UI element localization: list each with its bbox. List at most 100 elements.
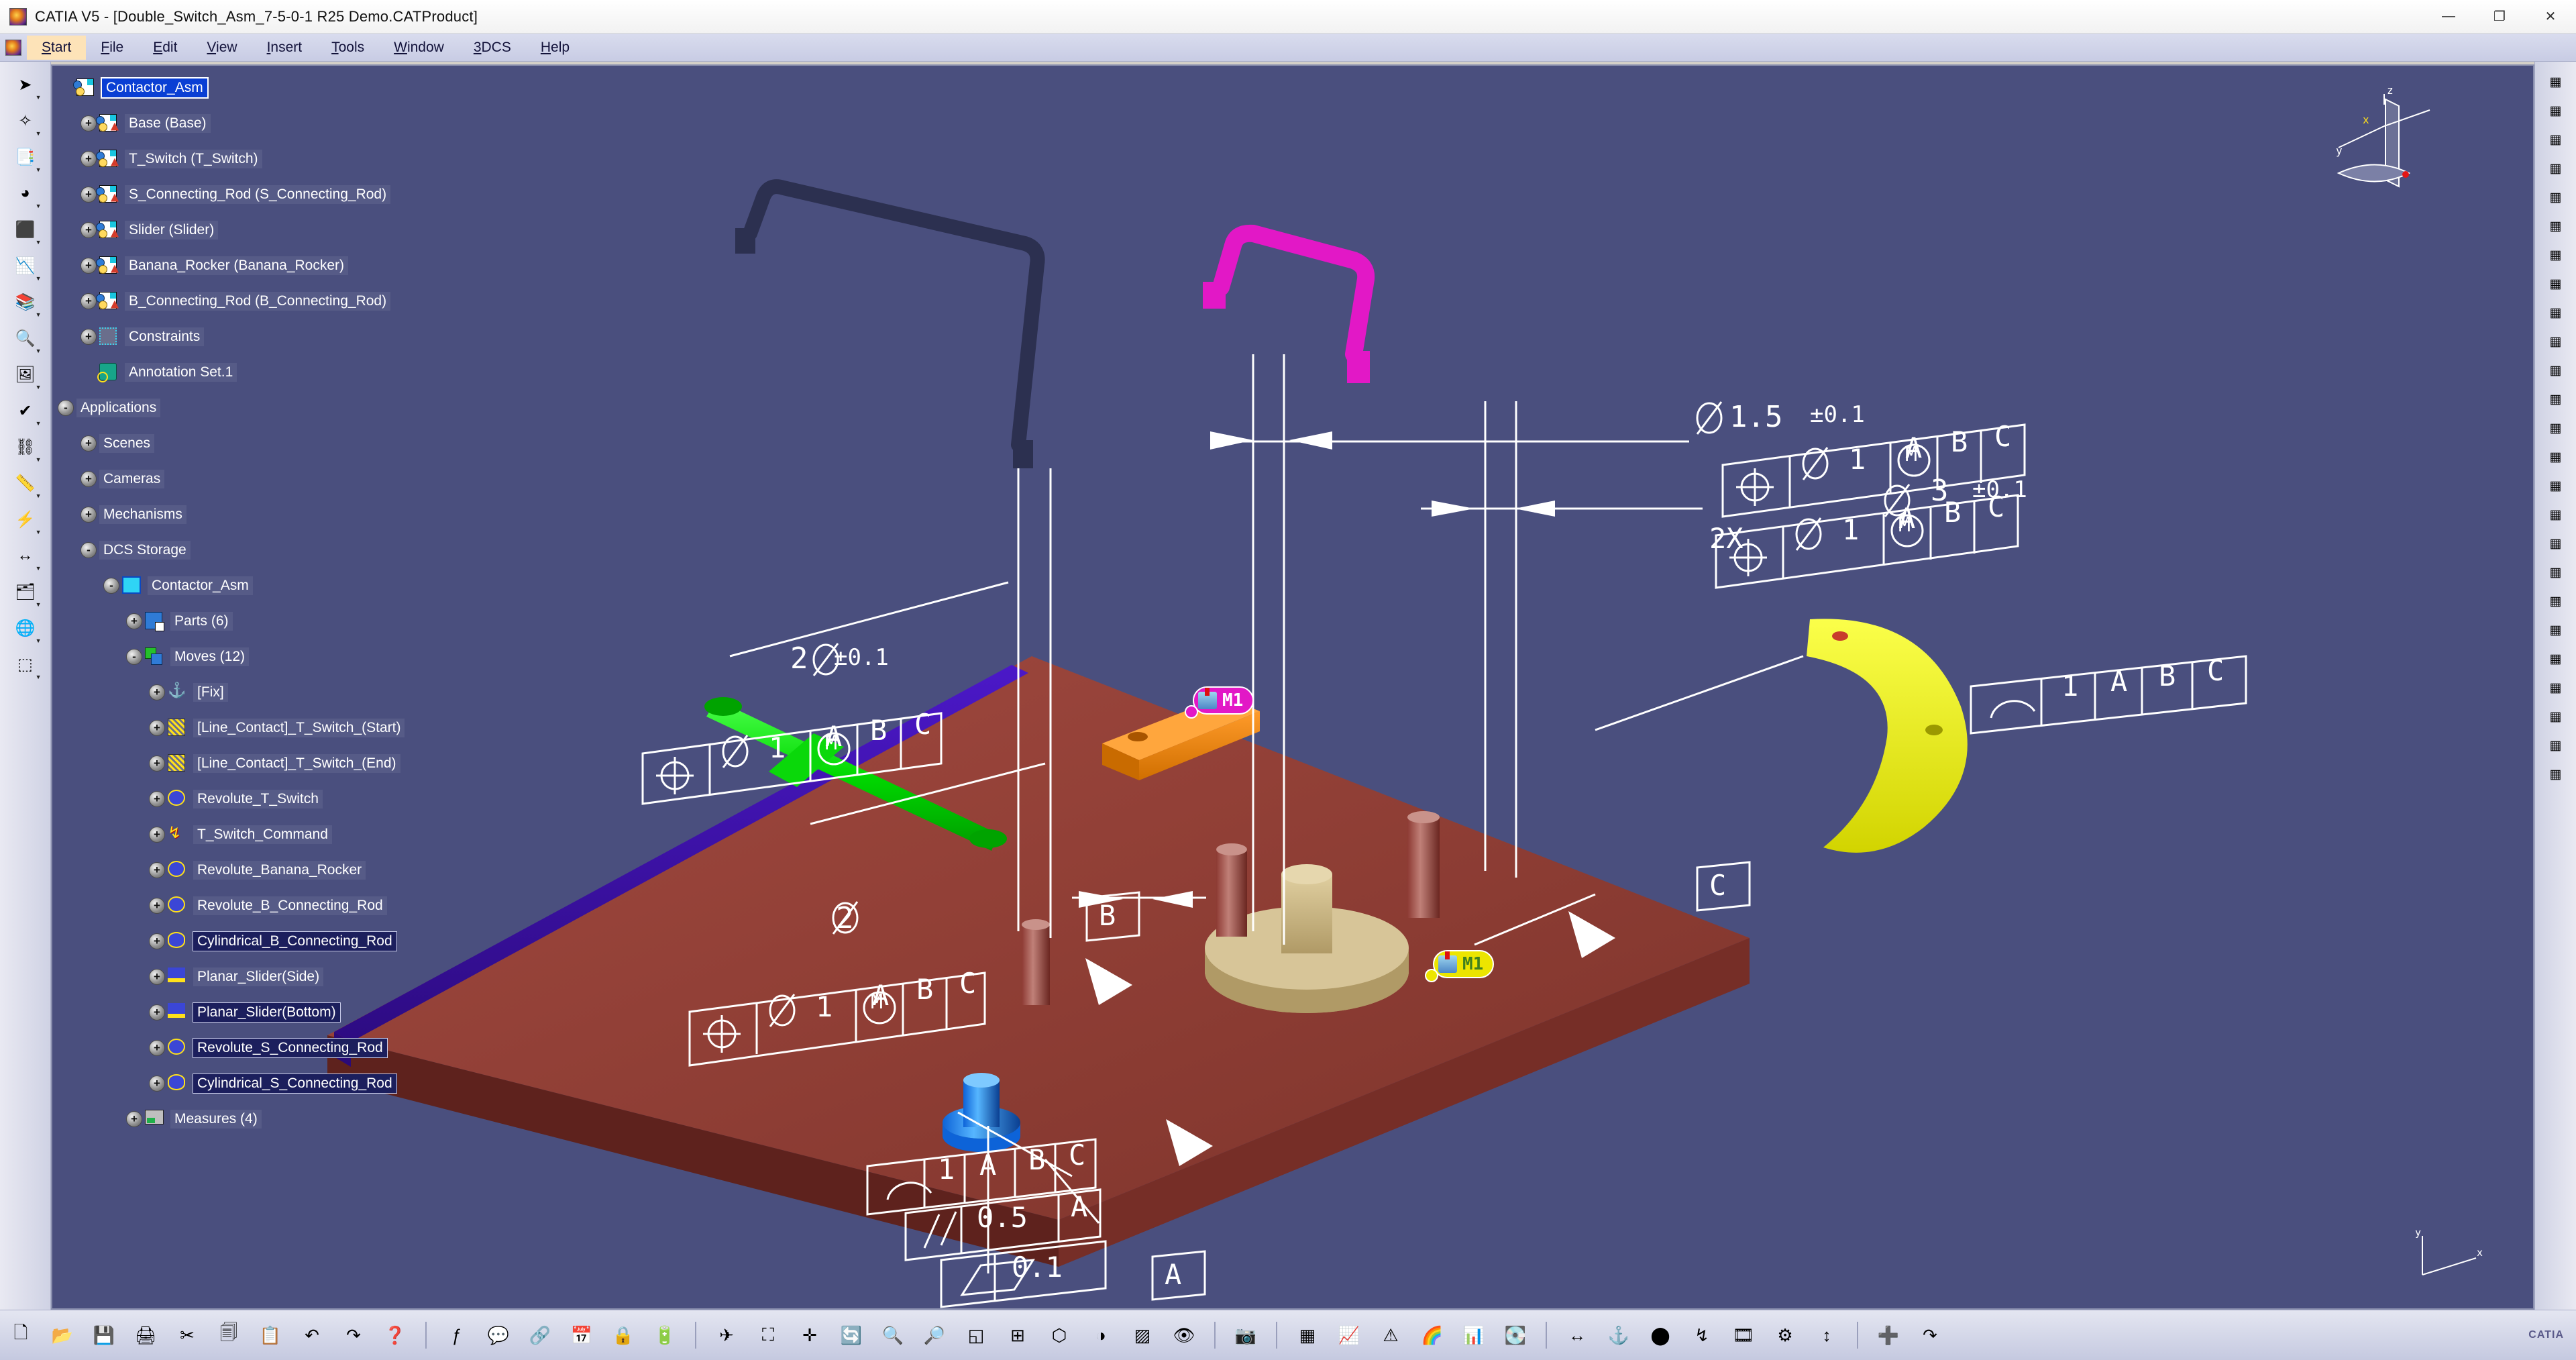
tree-item-base-base[interactable]: +Base (Base) [58, 105, 527, 141]
tree-expand-toggle[interactable]: + [149, 933, 165, 949]
dcs-model-icon[interactable]: ▦ [1291, 1318, 1324, 1352]
render-style-icon[interactable]: ◑ [1084, 1318, 1118, 1352]
tool7-icon[interactable]: ▦ [2540, 761, 2571, 788]
menu-item-window[interactable]: Window [379, 36, 459, 60]
tree-item-mechanisms[interactable]: +Mechanisms [58, 496, 527, 532]
rotate-icon[interactable]: 🔄 [835, 1318, 868, 1352]
menu-item-file[interactable]: File [86, 36, 138, 60]
menu-item-insert[interactable]: Insert [252, 36, 317, 60]
tree-item-scenes[interactable]: +Scenes [58, 425, 527, 461]
paste-icon[interactable]: 📋 [254, 1318, 287, 1352]
tree-item-line-contact-t-switch-start[interactable]: +[Line_Contact]_T_Switch_(Start) [58, 710, 527, 745]
tree-item-banana-rocker-banana-rocker[interactable]: +Banana_Rocker (Banana_Rocker) [58, 248, 527, 283]
tree-item-label[interactable]: Moves (12) [170, 647, 249, 666]
print-icon[interactable]: 🖨 [129, 1318, 162, 1352]
tree-item-label[interactable]: Revolute_B_Connecting_Rod [193, 896, 387, 915]
tree-icon[interactable]: ▦ [2540, 155, 2571, 182]
tree-item-label[interactable]: Contactor_Asm [102, 79, 207, 97]
specification-tree[interactable]: Contactor_Asm+Base (Base)+T_Switch (T_Sw… [58, 70, 527, 1137]
tree-item-label[interactable]: Revolute_T_Switch [193, 790, 323, 808]
tree-item-label[interactable]: Planar_Slider(Side) [193, 967, 323, 986]
menu-item-view[interactable]: View [192, 36, 252, 60]
tree-item-label[interactable]: Parts (6) [170, 612, 233, 631]
dcs-contributor-icon[interactable]: ⚠ [1374, 1318, 1407, 1352]
tree-expand-toggle[interactable]: + [80, 222, 97, 238]
tree-item-contactor-asm[interactable]: Contactor_Asm [58, 70, 527, 105]
tree-item-revolute-s-connecting-rod[interactable]: + Revolute_S_Connecting_Rod [58, 1030, 527, 1065]
cube-icon[interactable]: ⬛▼ [8, 212, 43, 247]
publication-icon[interactable]: 📑▼ [8, 140, 43, 174]
menu-item-start[interactable]: Start [27, 36, 86, 60]
tree-item-label[interactable]: B_Connecting_Rod (B_Connecting_Rod) [125, 292, 390, 311]
mechanism-icon[interactable]: ⚙ [1768, 1318, 1802, 1352]
axis-triad[interactable]: z x y [2298, 86, 2453, 227]
tree-item-t-switch-t-switch[interactable]: + T_Switch (T_Switch) [58, 141, 527, 176]
tree-item-label[interactable]: Revolute_S_Connecting_Rod [193, 1039, 387, 1057]
fit-all-in-icon[interactable]: ⛶ [751, 1318, 785, 1352]
tree-item-t-switch-command[interactable]: +↯T_Switch_Command [58, 817, 527, 852]
tree-item-label[interactable]: T_Switch (T_Switch) [125, 150, 262, 168]
power-input-icon[interactable]: 🔋 [648, 1318, 682, 1352]
tree-item-label[interactable]: Mechanisms [99, 505, 186, 524]
measure-balloon-m1-magenta[interactable]: M1 [1193, 686, 1254, 715]
pin-icon[interactable]: ▦ [2540, 97, 2571, 124]
manip-icon[interactable]: ▦ [2540, 184, 2571, 211]
minimize-button[interactable]: — [2423, 0, 2474, 33]
texture-icon[interactable]: ▦ [2540, 501, 2571, 528]
apply-material-icon[interactable]: ▨ [1126, 1318, 1159, 1352]
light-icon[interactable]: ▦ [2540, 299, 2571, 326]
select-arrow-icon[interactable]: ➤▼ [8, 67, 43, 102]
effect-icon[interactable]: ▦ [2540, 415, 2571, 441]
move-icon[interactable]: ↔ [1560, 1318, 1594, 1352]
lock-icon[interactable]: 🔒 [606, 1318, 640, 1352]
menu-item-3dcs[interactable]: 3DCS [459, 36, 526, 60]
tree-item-cameras[interactable]: +Cameras [58, 461, 527, 496]
tree-item-slider-slider[interactable]: + Slider (Slider) [58, 212, 527, 248]
tree-expand-toggle[interactable]: + [80, 471, 97, 487]
tree-expand-toggle[interactable]: + [149, 898, 165, 914]
constraint-icon[interactable]: ⛓▼ [8, 429, 43, 464]
normal-view-icon[interactable]: ◱ [959, 1318, 993, 1352]
tree-expand-toggle[interactable]: + [80, 435, 97, 452]
tree-item-label[interactable]: [Line_Contact]_T_Switch_(Start) [193, 719, 405, 737]
isometric-view-icon[interactable]: ⬡ [1042, 1318, 1076, 1352]
copy-icon[interactable]: 🗐 [212, 1318, 246, 1352]
tree-expand-toggle[interactable]: + [80, 258, 97, 274]
tree-item-label[interactable]: Planar_Slider(Bottom) [193, 1003, 340, 1022]
link-icon[interactable]: 🔗 [523, 1318, 557, 1352]
tree-item-planar-slider-side[interactable]: +Planar_Slider(Side) [58, 959, 527, 994]
undo-icon[interactable]: ↶ [295, 1318, 329, 1352]
globe-icon[interactable]: 🌐▼ [8, 611, 43, 645]
tree-expand-toggle[interactable]: + [149, 755, 165, 772]
animate-icon[interactable]: ▦ [2540, 530, 2571, 557]
layer-icon[interactable]: ▦ [2540, 213, 2571, 240]
tree-item-contactor-asm[interactable]: -Contactor_Asm [58, 568, 527, 603]
tree-expand-toggle[interactable]: + [149, 862, 165, 878]
tree-item-measures-4[interactable]: +Measures (4) [58, 1101, 527, 1137]
tree-item-parts-6[interactable]: +Parts (6) [58, 603, 527, 639]
tree-item-label[interactable]: Slider (Slider) [125, 221, 218, 240]
cut-scissors-icon[interactable]: ✂ [170, 1318, 204, 1352]
tree-expand-toggle[interactable]: + [80, 329, 97, 345]
tree-expand-toggle[interactable]: + [149, 684, 165, 700]
clash-icon[interactable]: ⚡▼ [8, 502, 43, 537]
tree-expand-toggle[interactable]: + [80, 115, 97, 132]
close-button[interactable]: ✕ [2525, 0, 2576, 33]
menu-item-tools[interactable]: Tools [317, 36, 379, 60]
axis-icon[interactable]: ▦ [2540, 270, 2571, 297]
tolerance-icon[interactable]: ↕ [1810, 1318, 1843, 1352]
camera-capture-icon[interactable]: 📷 [1229, 1318, 1263, 1352]
app-menu-icon[interactable] [5, 40, 21, 56]
color-wheel-icon[interactable]: ◕▼ [8, 176, 43, 211]
dimension-icon[interactable]: ↔▼ [8, 538, 43, 573]
tree-expand-toggle[interactable]: + [80, 151, 97, 167]
render-icon[interactable]: ▦ [2540, 328, 2571, 355]
tree-item-label[interactable]: Applications [76, 399, 160, 417]
graph-icon[interactable]: 📉▼ [8, 248, 43, 283]
zoom-in-icon[interactable]: 🔍 [876, 1318, 910, 1352]
comment-icon[interactable]: 💬 [482, 1318, 515, 1352]
3d-viewport[interactable]: 2 ±0.1 1 M A B C 2 1 M A B C 1.5 ±0.1 1 … [51, 64, 2534, 1310]
simulation-icon[interactable]: 🎞 [1727, 1318, 1760, 1352]
formula-fx-icon[interactable]: ƒ [440, 1318, 474, 1352]
tree-expand-toggle[interactable]: + [149, 1040, 165, 1056]
